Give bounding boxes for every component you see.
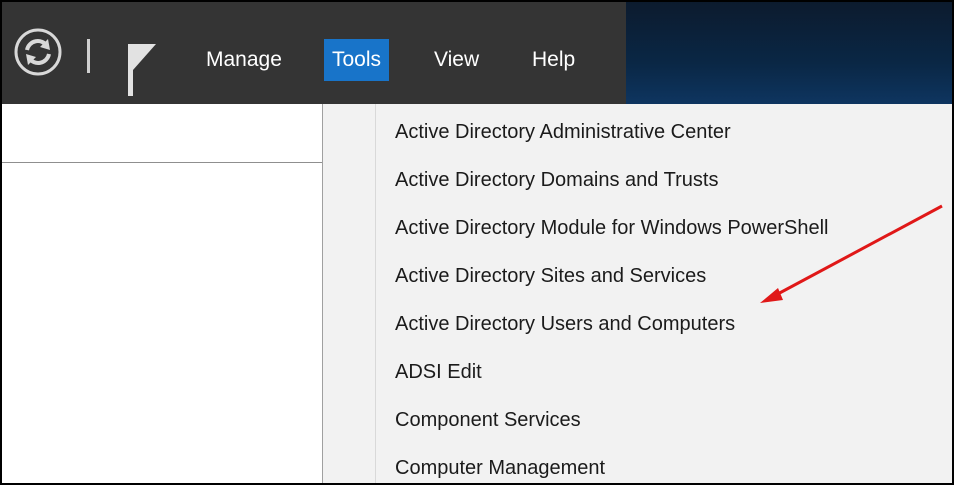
- left-pane-header: [2, 104, 322, 162]
- menu-help[interactable]: Help: [524, 40, 583, 80]
- menu-item-ad-sites-services[interactable]: Active Directory Sites and Services: [395, 256, 706, 296]
- menu-item-ad-users-computers[interactable]: Active Directory Users and Computers: [395, 304, 735, 344]
- menu-view[interactable]: View: [426, 40, 487, 80]
- refresh-icon[interactable]: [12, 26, 64, 78]
- tools-dropdown-menu: Active Directory Administrative Center A…: [322, 104, 952, 483]
- desktop-background-strip: [626, 2, 952, 104]
- menu-item-computer-management[interactable]: Computer Management: [395, 448, 605, 483]
- flag-icon[interactable]: [122, 40, 162, 98]
- menu-tools[interactable]: Tools: [324, 39, 390, 81]
- menu-item-adsi-edit[interactable]: ADSI Edit: [395, 352, 482, 392]
- menu-bar: Manage Tools View Help: [2, 2, 952, 104]
- menu-item-component-services[interactable]: Component Services: [395, 400, 581, 440]
- menu-manage[interactable]: Manage: [198, 40, 290, 80]
- menu-item-ad-domains-trusts[interactable]: Active Directory Domains and Trusts: [395, 160, 718, 200]
- toolbar-divider: [87, 39, 90, 73]
- menu-item-ad-powershell-module[interactable]: Active Directory Module for Windows Powe…: [395, 208, 829, 248]
- server-manager-window: Manage Tools View Help Active Directory …: [0, 0, 954, 485]
- menu-icon-gutter: [323, 104, 376, 483]
- menu-item-ad-admin-center[interactable]: Active Directory Administrative Center: [395, 112, 731, 152]
- left-pane-divider: [2, 162, 322, 163]
